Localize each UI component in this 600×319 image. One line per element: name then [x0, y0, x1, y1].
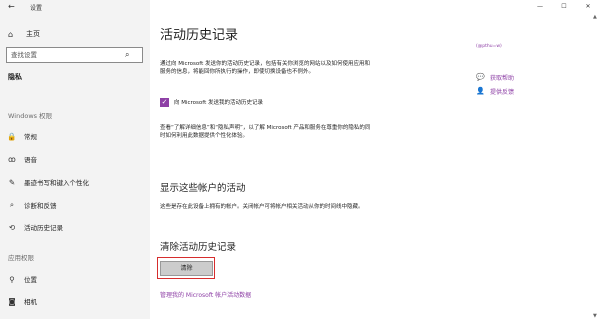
- scrollbar[interactable]: ▲ ▼: [593, 14, 600, 319]
- manage-activity-link[interactable]: 管理我的 Microsoft 帐户活动数据: [160, 290, 251, 299]
- page-title: 活动历史记录: [160, 28, 239, 43]
- sidebar-item-inking[interactable]: ✎ 墨迹书写和键入个性化: [0, 174, 150, 190]
- scroll-down-icon[interactable]: ▼: [593, 313, 597, 319]
- accounts-title: 显示这些帐户的活动: [160, 183, 246, 194]
- lock-icon: 🔒: [7, 131, 17, 141]
- feedback-icon: 👤: [476, 87, 485, 95]
- diagnostics-icon: ⌕: [9, 200, 15, 209]
- pen-icon: ✎: [8, 177, 16, 187]
- search-box[interactable]: ⌕: [6, 47, 143, 63]
- sidebar-item-activity-history[interactable]: ⟲ 活动历史记录: [0, 219, 150, 235]
- sidebar-item-label: 活动历史记录: [24, 224, 63, 232]
- location-icon: ⚲: [9, 274, 15, 284]
- history-icon: ⟲: [8, 222, 16, 232]
- group-app-permissions: 应用权限: [8, 254, 34, 262]
- sidebar-item-label: 常规: [24, 133, 37, 141]
- window-controls: — ☐ ✕: [520, 0, 600, 14]
- window-title: 设置: [30, 5, 43, 12]
- get-help-label[interactable]: 获取帮助: [490, 73, 514, 82]
- accounts-text: 这些是存在此设备上拥有的帐户。关闭帐户可将帐户相关活动从你的时间线中隐藏。: [160, 204, 364, 210]
- scroll-up-icon[interactable]: ▲: [593, 14, 597, 20]
- home-icon: ⌂: [8, 29, 14, 39]
- sidebar-item-label: 位置: [24, 276, 37, 284]
- sidebar-item-label: 相机: [24, 298, 37, 306]
- annotation-note: (@pthu=w): [476, 44, 502, 49]
- privacy-text: 查看“了解详细信息”和“隐私声明”，以了解 Microsoft 产品和服务在尊重…: [160, 125, 371, 139]
- feedback-link[interactable]: 👤 提供反馈: [476, 86, 514, 96]
- sidebar-item-speech[interactable]: ꝏ 语音: [0, 151, 150, 167]
- sidebar-item-label: 语音: [24, 156, 37, 164]
- send-history-checkbox[interactable]: ✓ 向 Microsoft 发送我的活动历史记录: [160, 97, 263, 107]
- home-label: 主页: [26, 30, 40, 38]
- checkmark-icon[interactable]: ✓: [160, 97, 169, 107]
- close-icon[interactable]: ✕: [576, 0, 600, 14]
- camera-icon: ◙: [8, 296, 16, 306]
- group-windows-permissions: Windows 权限: [8, 112, 53, 120]
- sidebar-item-label: 诊断和反馈: [24, 202, 57, 210]
- sidebar-item-camera[interactable]: ◙ 相机: [0, 293, 150, 309]
- clear-button[interactable]: 清除: [160, 261, 213, 276]
- checkbox-label[interactable]: 向 Microsoft 发送我的活动历史记录: [174, 98, 263, 106]
- clear-title: 清除活动历史记录: [160, 242, 237, 253]
- main-content: 活动历史记录 通过向 Microsoft 发送你的活动历史记录，包括有关你浏览的…: [157, 0, 470, 319]
- sidebar-item-diagnostics[interactable]: ⌕ 诊断和反馈: [0, 197, 150, 213]
- get-help-link[interactable]: 💬 获取帮助: [476, 72, 514, 82]
- sidebar-item-label: 墨迹书写和键入个性化: [24, 179, 89, 187]
- intro-text: 通过向 Microsoft 发送你的活动历史记录，包括有关你浏览的网站以及如何使…: [160, 61, 371, 75]
- titlebar-left: ← 设置: [0, 0, 150, 14]
- sidebar: ← 设置 ⌂ 主页 ⌕ 隐私 Windows 权限 🔒 常规 ꝏ 语音 ✎ 墨迹…: [0, 0, 150, 319]
- maximize-icon[interactable]: ☐: [552, 0, 576, 14]
- sidebar-item-home[interactable]: ⌂ 主页: [8, 28, 40, 40]
- feedback-label[interactable]: 提供反馈: [490, 87, 514, 96]
- speech-icon: ꝏ: [8, 154, 16, 164]
- search-input[interactable]: [7, 51, 125, 59]
- sidebar-item-general[interactable]: 🔒 常规: [0, 128, 150, 144]
- back-arrow-icon[interactable]: ←: [8, 2, 15, 11]
- category-title: 隐私: [8, 73, 22, 81]
- search-icon[interactable]: ⌕: [125, 50, 129, 60]
- help-icon: 💬: [476, 73, 485, 81]
- sidebar-item-location[interactable]: ⚲ 位置: [0, 271, 150, 287]
- minimize-icon[interactable]: —: [528, 0, 552, 14]
